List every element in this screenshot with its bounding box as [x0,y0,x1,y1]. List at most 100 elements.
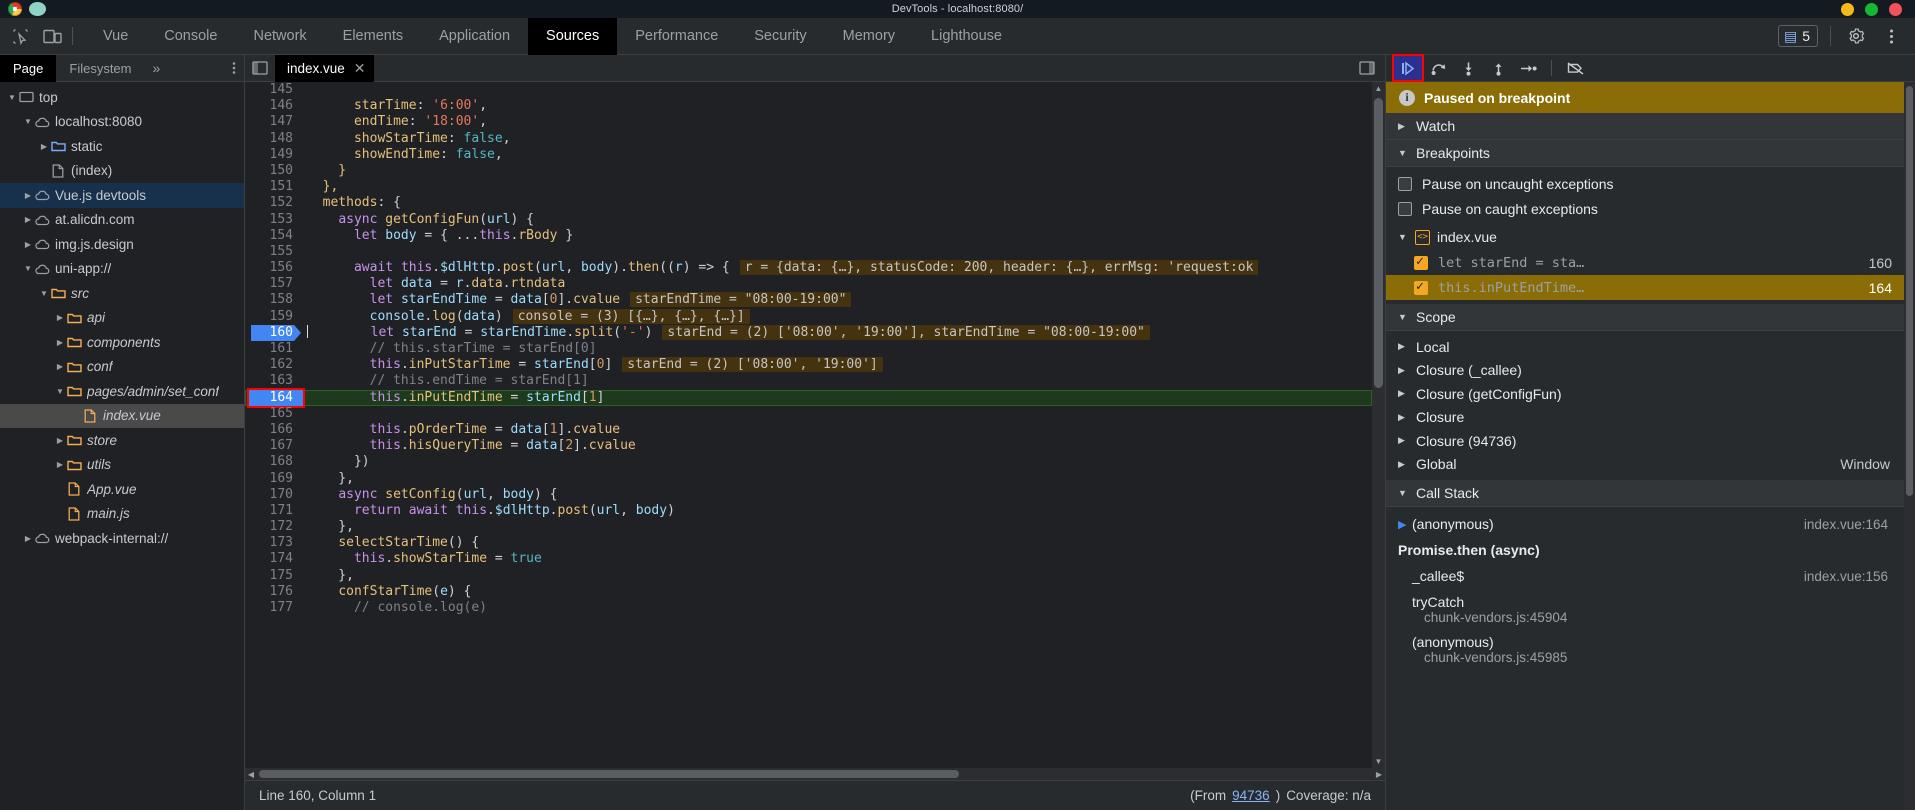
nav-tab-filesystem[interactable]: Filesystem [56,55,144,82]
line-number[interactable]: 168 [245,454,301,470]
tree-item-utils[interactable]: ▶ utils [0,453,244,478]
scroll-right-arrow-icon[interactable]: ▶ [1373,768,1385,780]
tree-item-api[interactable]: ▶ api [0,306,244,331]
code-line-148[interactable]: 148 showStarTime: false, [245,131,1372,147]
tree-item-store[interactable]: ▶ store [0,428,244,453]
scope-item-closure-callee[interactable]: ▶ Closure (_callee) [1386,359,1904,383]
device-toolbar-icon[interactable] [38,23,66,49]
line-number[interactable]: 172 [245,519,301,535]
code-line-175[interactable]: 175 }, [245,568,1372,584]
line-number[interactable]: 160 [245,325,301,341]
line-number[interactable]: 167 [245,438,301,454]
pause-caught-checkbox[interactable] [1398,201,1412,216]
scope-item-closure-getconfigfun[interactable]: ▶ Closure (getConfigFun) [1386,382,1904,406]
line-number[interactable]: 176 [245,584,301,600]
code-line-150[interactable]: 150 } [245,163,1372,179]
code-line-173[interactable]: 173 selectStarTime() { [245,535,1372,551]
code-line-174[interactable]: 174 this.showStarTime = true [245,551,1372,567]
tree-item-components[interactable]: ▶ components [0,330,244,355]
pause-uncaught-checkbox[interactable] [1398,176,1412,191]
chevron-right-icon[interactable]: ▶ [54,338,66,347]
code-line-156[interactable]: 156 await this.$dlHttp.post(url, body).t… [245,260,1372,276]
call-stack-frame-callee[interactable]: _callee$ index.vue:156 [1386,563,1904,589]
chevron-right-icon[interactable]: ▶ [54,436,66,445]
nav-more-tabs-icon[interactable]: » [145,60,168,76]
chevron-right-icon[interactable]: ▶ [54,460,66,469]
scroll-left-arrow-icon[interactable]: ◀ [245,768,257,780]
line-number[interactable]: 173 [245,535,301,551]
line-number[interactable]: 161 [245,341,301,357]
from-script-link[interactable]: 94736 [1232,788,1270,803]
show-debugger-icon[interactable] [1359,61,1385,75]
code-line-165[interactable]: 165 [245,406,1372,422]
code-line-168[interactable]: 168 }) [245,454,1372,470]
tree-item-localhost-8080[interactable]: ▼ localhost:8080 [0,110,244,135]
tree-item-index-vue[interactable]: index.vue [0,403,244,428]
chevron-right-icon[interactable]: ▶ [22,191,34,200]
line-number[interactable]: 153 [245,212,301,228]
show-navigator-icon[interactable] [245,55,275,82]
line-number[interactable]: 155 [245,244,301,260]
tree-item-main-js[interactable]: main.js [0,502,244,527]
line-number[interactable]: 146 [245,98,301,114]
editor-vertical-scroll-thumb[interactable] [1374,98,1383,388]
step-into-next-function-call-button[interactable] [1454,56,1482,80]
chevron-right-icon[interactable]: ▶ [54,313,66,322]
step-over-next-function-call-button[interactable] [1424,56,1452,80]
call-stack-section-header[interactable]: ▼ Call Stack [1386,480,1904,507]
tree-item-top[interactable]: ▼ top [0,85,244,110]
tree-item-img-js-design[interactable]: ▶ img.js.design [0,232,244,257]
code-line-170[interactable]: 170 async setConfig(url, body) { [245,487,1372,503]
debugger-vertical-scrollbar[interactable] [1904,82,1915,810]
tree-item-pages-admin-set-conf[interactable]: ▼ pages/admin/set_conf [0,379,244,404]
line-number[interactable]: 170 [245,487,301,503]
chevron-down-icon[interactable]: ▼ [54,387,66,396]
editor-vertical-scrollbar[interactable]: ▲ ▼ [1372,82,1385,768]
line-number[interactable]: 174 [245,551,301,567]
debugger-vertical-scroll-thumb[interactable] [1906,86,1913,496]
line-number[interactable]: 177 [245,600,301,616]
line-number[interactable]: 159 [245,309,301,325]
line-number[interactable]: 158 [245,292,301,308]
line-number[interactable]: 162 [245,357,301,373]
code-line-149[interactable]: 149 showEndTime: false, [245,147,1372,163]
chevron-down-icon[interactable]: ▼ [6,93,18,102]
editor-tab-index-vue[interactable]: index.vue ✕ [275,54,374,82]
watch-section-header[interactable]: ▶ Watch [1386,113,1904,140]
code-line-169[interactable]: 169 }, [245,471,1372,487]
tree-item-at-alicdn-com[interactable]: ▶ at.alicdn.com [0,208,244,233]
line-number[interactable]: 147 [245,114,301,130]
tab-network[interactable]: Network [235,18,324,55]
line-number[interactable]: 154 [245,228,301,244]
step-button[interactable] [1514,56,1542,80]
chevron-right-icon[interactable]: ▶ [22,240,34,249]
line-number[interactable]: 151 [245,179,301,195]
scope-item-local[interactable]: ▶ Local [1386,335,1904,359]
line-number[interactable]: 148 [245,131,301,147]
chevron-right-icon[interactable]: ▶ [54,362,66,371]
line-number[interactable]: 175 [245,568,301,584]
breakpoint-item[interactable]: this.inPutEndTime… 164 [1386,275,1904,300]
tab-application[interactable]: Application [421,18,528,55]
line-number[interactable]: 156 [245,260,301,276]
tree-item-index[interactable]: (index) [0,159,244,184]
code-line-162[interactable]: 162 this.inPutStarTime = starEnd[0] starE… [245,357,1372,373]
line-number[interactable]: 152 [245,195,301,211]
breakpoint-item[interactable]: let starEnd = sta… 160 [1386,250,1904,275]
code-line-155[interactable]: 155 [245,244,1372,260]
tree-item-vue-js-devtools[interactable]: ▶ Vue.js devtools [0,183,244,208]
close-icon[interactable]: ✕ [354,61,366,75]
deactivate-breakpoints-button[interactable] [1561,56,1589,80]
tree-item-src[interactable]: ▼ src [0,281,244,306]
scroll-up-arrow-icon[interactable]: ▲ [1372,82,1385,95]
code-line-166[interactable]: 166 this.pOrderTime = data[1].cvalue [245,422,1372,438]
line-number[interactable]: 164 [245,390,301,406]
code-line-171[interactable]: 171 return await this.$dlHttp.post(url, … [245,503,1372,519]
chevron-down-icon[interactable]: ▼ [22,264,34,273]
line-number[interactable]: 145 [245,82,301,98]
tree-item-app-vue[interactable]: App.vue [0,477,244,502]
code-line-163[interactable]: 163 // this.endTime = starEnd[1] [245,373,1372,389]
code-line-160[interactable]: 160 let starEnd = starEndTime.split('-')… [245,324,1372,341]
line-number[interactable]: 157 [245,276,301,292]
code-line-159[interactable]: 159 console.log(data) console = (3) [{…},… [245,308,1372,325]
